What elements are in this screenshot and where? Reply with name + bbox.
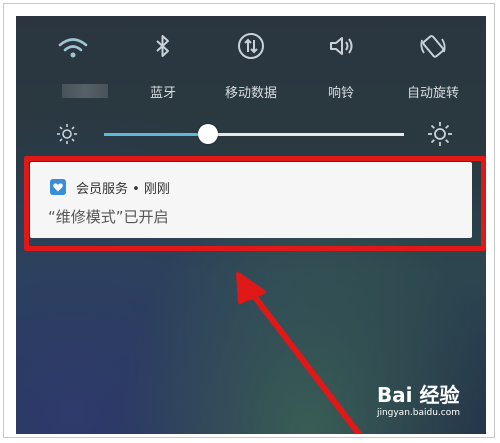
image-frame: 蓝牙 移动数据 响铃 自动旋转 会员服务 • 刚刚 “维修模式”已开启 Bai … <box>3 3 495 438</box>
toggle-wifi[interactable] <box>28 30 118 110</box>
notification-shade: 蓝牙 移动数据 响铃 自动旋转 会员服务 • 刚刚 “维修模式”已开启 Bai … <box>16 16 486 434</box>
mobile-data-icon <box>238 33 264 59</box>
brightness-low-icon <box>57 124 77 144</box>
watermark-url: jingyan.baidu.com <box>376 408 460 418</box>
toggle-label-bluetooth: 蓝牙 <box>149 86 176 101</box>
volume-icon <box>330 37 353 55</box>
toggle-mobile-data[interactable]: 移动数据 <box>206 30 296 110</box>
watermark-brand: Bai 经验 <box>376 383 460 407</box>
brightness-track[interactable] <box>208 133 404 136</box>
brightness-slider-thumb[interactable] <box>198 124 218 144</box>
wifi-icon <box>58 38 88 58</box>
blurred-network-name <box>62 84 108 98</box>
toggle-label-ringer: 响铃 <box>327 86 354 101</box>
highlight-box <box>24 156 486 251</box>
quick-settings: 蓝牙 移动数据 响铃 自动旋转 <box>16 16 486 116</box>
brightness-track-filled[interactable] <box>104 133 208 136</box>
brightness-high-icon <box>428 122 452 146</box>
toggle-ringer[interactable]: 响铃 <box>296 30 386 110</box>
brightness-row <box>16 116 486 156</box>
toggle-label-auto-rotate: 自动旋转 <box>406 86 459 101</box>
toggle-auto-rotate[interactable]: 自动旋转 <box>388 30 478 110</box>
toggle-label-mobile-data: 移动数据 <box>224 86 277 101</box>
auto-rotate-icon <box>420 35 446 58</box>
baidu-watermark: Bai 经验 jingyan.baidu.com <box>377 379 460 418</box>
bluetooth-icon <box>156 35 169 57</box>
toggle-bluetooth[interactable]: 蓝牙 <box>118 30 208 110</box>
